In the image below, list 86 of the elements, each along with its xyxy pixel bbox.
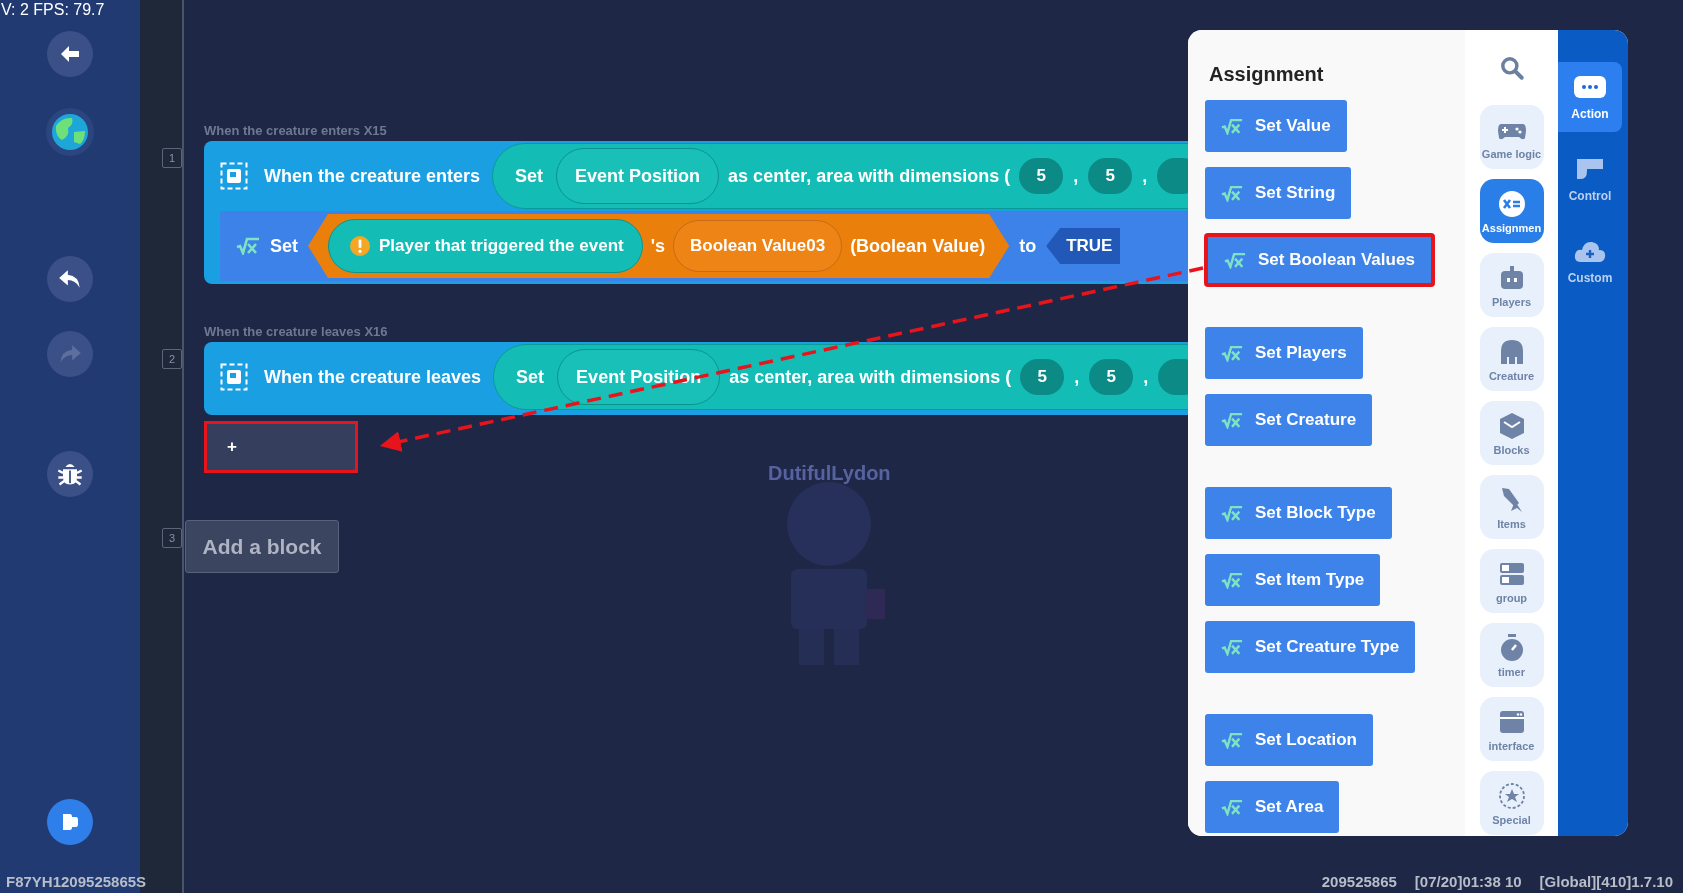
line-number: 2 [162, 349, 182, 369]
palette-block[interactable]: Set Boolean Values [1205, 234, 1434, 286]
separator: , [1073, 165, 1079, 187]
function-icon [1221, 571, 1243, 589]
palette-block[interactable]: Set Location [1205, 714, 1373, 766]
world-button[interactable] [46, 108, 94, 156]
to-label: to [1019, 235, 1037, 257]
category-tab[interactable]: Game logic [1479, 105, 1544, 169]
fps-counter: V: 2 FPS: 79.7 [1, 1, 105, 19]
category-tab[interactable]: Special [1479, 771, 1544, 835]
palette-block[interactable]: Set Players [1205, 327, 1363, 379]
area-text: as center, area with dimensions ( [728, 165, 1011, 187]
speech-bubble-icon [1573, 73, 1607, 101]
function-icon [1221, 344, 1243, 362]
player-slot[interactable]: Player that triggered the event [328, 219, 643, 273]
separator: , [1074, 366, 1080, 388]
palette-block[interactable]: Set String [1205, 167, 1352, 219]
function-icon [1221, 184, 1243, 202]
category-tab[interactable]: Assignmen [1479, 179, 1544, 243]
function-icon [1221, 638, 1243, 656]
separator: , [1143, 366, 1149, 388]
palette-block[interactable]: Set Area [1205, 781, 1340, 833]
variable-slot[interactable]: Boolean Value03 [673, 220, 843, 272]
equation-icon [1496, 188, 1527, 219]
device-code: F87YH1209525865S [6, 873, 147, 890]
character-name: DutifulLydon [768, 462, 891, 485]
category-tab[interactable]: timer [1479, 623, 1544, 687]
area-text: as center, area with dimensions ( [729, 366, 1012, 388]
script-label: When the creature enters X15 [204, 122, 387, 140]
area-block[interactable]: Set Event Position as center, area with dimensions ( 5 , 5 , [492, 143, 1188, 209]
run-button[interactable] [47, 799, 93, 845]
function-icon [1221, 117, 1243, 135]
number-slot[interactable]: 5 [1088, 158, 1133, 194]
function-icon [1221, 504, 1243, 522]
category-tab[interactable]: Blocks [1479, 401, 1544, 465]
function-icon [1221, 798, 1243, 816]
palette-tab[interactable]: Custom [1558, 226, 1622, 296]
event-title: When the creature enters [264, 165, 481, 187]
back-button[interactable] [47, 31, 93, 77]
globe-icon [50, 112, 90, 152]
variable-expression[interactable]: Player that triggered the event 's Boolean Value03 (Boolean Value) [308, 214, 1010, 278]
debug-button[interactable] [47, 451, 93, 497]
number-slot[interactable]: 5 [1089, 359, 1134, 395]
trigger-icon [220, 363, 248, 391]
palette-block[interactable]: Set Item Type [1205, 554, 1381, 606]
number-slot[interactable]: 5 [1019, 158, 1064, 194]
possessive-label: 's [650, 235, 665, 257]
palette-block[interactable]: Set Value [1205, 100, 1347, 152]
warning-icon [349, 235, 371, 257]
script-label: When the creature leaves X16 [204, 323, 388, 341]
add-block-button[interactable]: Add a block [185, 520, 339, 573]
category-tab[interactable]: Items [1479, 475, 1544, 539]
separator: , [1142, 165, 1148, 187]
event-block[interactable]: When the creature enters Set Event Position as center, area with dimensions ( 5 , 5 , Set Player that triggered the event 's Boolean Value03 (Boolean Value) to TRUE [204, 141, 1188, 284]
boolean-slot[interactable]: TRUE [1046, 228, 1121, 264]
category-tab[interactable]: interface [1479, 697, 1544, 761]
set-label: Set [270, 235, 298, 257]
set-label: Set [516, 366, 545, 388]
category-tab[interactable]: group [1479, 549, 1544, 613]
search-icon[interactable] [1498, 55, 1525, 81]
function-icon [1224, 251, 1246, 269]
event-title: When the creature leaves [264, 366, 482, 388]
line-number: 3 [162, 528, 182, 548]
add-action-slot[interactable]: + [204, 421, 358, 473]
function-icon [1221, 731, 1243, 749]
user-id: 209525865 [1321, 873, 1397, 890]
palette-block[interactable]: Set Creature [1205, 394, 1373, 446]
palette-block[interactable]: Set Block Type [1205, 487, 1392, 539]
category-tab[interactable]: Creature [1479, 327, 1544, 391]
line-number: 1 [162, 148, 182, 168]
palette-title: Assignment [1209, 63, 1325, 86]
function-icon [236, 237, 260, 255]
build-version: [Global][410]1.7.10 [1539, 873, 1673, 890]
type-label: (Boolean Value) [850, 235, 986, 257]
category-tab[interactable]: Players [1479, 253, 1544, 317]
timestamp: [07/20]01:38 10 [1414, 873, 1522, 890]
number-slot[interactable]: 5 [1020, 359, 1065, 395]
trigger-icon [220, 162, 248, 190]
palette-tab[interactable]: Action [1558, 62, 1622, 132]
set-label: Set [515, 165, 544, 187]
palette-block[interactable]: Set Creature Type [1205, 621, 1416, 673]
palette-tab[interactable]: Control [1558, 144, 1622, 214]
undo-button[interactable] [47, 256, 93, 302]
set-action-block[interactable]: Set Player that triggered the event 's Boolean Value03 (Boolean Value) to TRUE [220, 211, 1188, 281]
position-slot[interactable]: Event Position [556, 148, 720, 204]
function-icon [1221, 411, 1243, 429]
